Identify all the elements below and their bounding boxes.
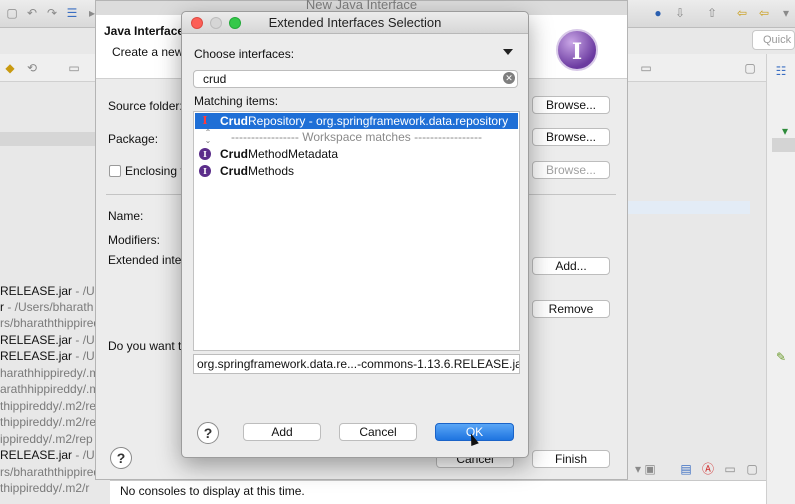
list-item[interactable]: ippireddy/.m2/rep bbox=[0, 432, 93, 446]
add-interface-button[interactable]: Add... bbox=[532, 257, 610, 275]
modifiers-label: Modifiers: bbox=[108, 233, 161, 247]
interface-logo-icon: I bbox=[556, 29, 598, 71]
display-icon[interactable]: ▤ bbox=[678, 462, 694, 476]
new-icon[interactable]: ☰ bbox=[64, 6, 80, 20]
chevron-icon[interactable]: ▾ bbox=[778, 6, 794, 20]
minimize-icon[interactable]: ▭ bbox=[66, 61, 82, 75]
extended-interfaces-dialog: Extended Interfaces Selection Choose int… bbox=[181, 11, 529, 458]
package-icon[interactable]: ◆ bbox=[2, 61, 18, 75]
enclosing-type-label: Enclosing t bbox=[125, 164, 184, 178]
globe-icon[interactable]: ● bbox=[650, 6, 666, 20]
list-item[interactable]: r - /Users/bharath bbox=[0, 300, 93, 314]
workspace-matches-separator: ⌃ ⌄ ----------------- Workspace matches --… bbox=[204, 128, 483, 145]
interface-icon: I bbox=[199, 148, 211, 160]
terminate-icon[interactable]: Ⓐ bbox=[700, 462, 716, 476]
list-item-crud-method-metadata[interactable]: I CrudMethodMetadata bbox=[195, 146, 518, 162]
matching-items-label: Matching items: bbox=[194, 94, 279, 108]
add-button[interactable]: Add bbox=[243, 423, 321, 441]
back-icon[interactable]: ↶ bbox=[24, 6, 40, 20]
qualifier-field: org.springframework.data.re...-commons-1… bbox=[193, 354, 520, 374]
list-item[interactable]: thippireddy/.m2/re bbox=[0, 415, 96, 429]
prev-edit-icon[interactable]: ⇦ bbox=[734, 6, 750, 20]
wizard-help-icon[interactable]: ? bbox=[110, 447, 132, 469]
dialog-titlebar: Extended Interfaces Selection bbox=[182, 12, 528, 34]
quick-access-field[interactable]: Quick bbox=[752, 30, 795, 50]
list-item-crud-repository[interactable]: I CrudRepository - org.springframework.da… bbox=[195, 113, 518, 129]
nav-down-icon[interactable]: ⇩ bbox=[672, 6, 688, 20]
forward-icon[interactable]: ↷ bbox=[44, 6, 60, 20]
maximize-console-icon[interactable]: ▢ bbox=[744, 462, 760, 476]
outline-pane: ☷ ▾ ✎ bbox=[766, 54, 795, 504]
interface-filter-input[interactable] bbox=[193, 70, 518, 88]
wizard-header-title: Java Interface bbox=[104, 24, 185, 38]
extended-interfaces-label: Extended inter bbox=[108, 253, 186, 267]
matching-items-list: I CrudRepository - org.springframework.da… bbox=[193, 111, 520, 351]
nav-up-icon[interactable]: ⇧ bbox=[704, 6, 720, 20]
minimize-editor-icon[interactable]: ▭ bbox=[638, 61, 654, 75]
open-console-icon[interactable]: ▣ bbox=[642, 462, 658, 476]
package-explorer: RELEASE.jar - /Users r - /Users/bharath … bbox=[0, 82, 141, 502]
list-item[interactable]: harathhippiredy/.m bbox=[0, 366, 99, 380]
enclosing-type-checkbox[interactable] bbox=[109, 165, 121, 177]
outline-icon[interactable]: ☷ bbox=[773, 64, 789, 78]
dialog-help-icon[interactable]: ? bbox=[197, 422, 219, 444]
list-item-crud-methods[interactable]: I CrudMethods bbox=[195, 163, 518, 179]
browse-enclosing-button[interactable]: Browse... bbox=[532, 161, 610, 179]
pin-icon[interactable]: ▭ bbox=[722, 462, 738, 476]
list-item[interactable]: thippireddy/.m2/re bbox=[0, 399, 96, 413]
sync-icon[interactable]: ⟲ bbox=[24, 61, 40, 75]
maximize-icon[interactable]: ▢ bbox=[742, 61, 758, 75]
console-toolbar: ▾ ▣ ▤ Ⓐ ▭ ▢ bbox=[630, 460, 766, 480]
clear-filter-icon[interactable]: ✕ bbox=[503, 72, 515, 84]
interface-icon: I bbox=[202, 114, 208, 127]
name-label: Name: bbox=[108, 209, 144, 223]
interface-icon: I bbox=[199, 165, 211, 177]
wizard-header-subtitle: Create a new bbox=[112, 45, 184, 59]
back-nav-icon[interactable]: ⇦ bbox=[756, 6, 772, 20]
dialog-title: Extended Interfaces Selection bbox=[268, 15, 442, 30]
task-icon[interactable]: ✎ bbox=[773, 350, 789, 364]
list-item[interactable]: thippireddy/.m2/r bbox=[0, 481, 89, 495]
console-message: No consoles to display at this time. bbox=[120, 484, 305, 498]
package-label: Package: bbox=[108, 132, 159, 146]
browse-package-button[interactable]: Browse... bbox=[532, 128, 610, 146]
list-item[interactable]: arathhippireddy/.m2 bbox=[0, 382, 106, 396]
choose-interfaces-label: Choose interfaces: bbox=[194, 47, 295, 61]
comments-question-label: Do you want to bbox=[108, 339, 189, 353]
save-icon[interactable]: ▢ bbox=[4, 6, 20, 20]
cancel-button[interactable]: Cancel bbox=[339, 423, 417, 441]
view-menu-icon[interactable] bbox=[503, 49, 513, 55]
browse-source-button[interactable]: Browse... bbox=[532, 96, 610, 114]
expand-icon[interactable]: ▾ bbox=[777, 124, 793, 138]
source-folder-label: Source folder: bbox=[108, 99, 183, 113]
list-item[interactable]: rs/bharaththippiredd bbox=[0, 316, 107, 330]
outline-selection bbox=[772, 138, 795, 152]
remove-interface-button[interactable]: Remove bbox=[532, 300, 610, 318]
wizard-finish-button[interactable]: Finish bbox=[532, 450, 610, 468]
separator-chevrons-icon: ⌃ ⌄ bbox=[204, 128, 212, 145]
